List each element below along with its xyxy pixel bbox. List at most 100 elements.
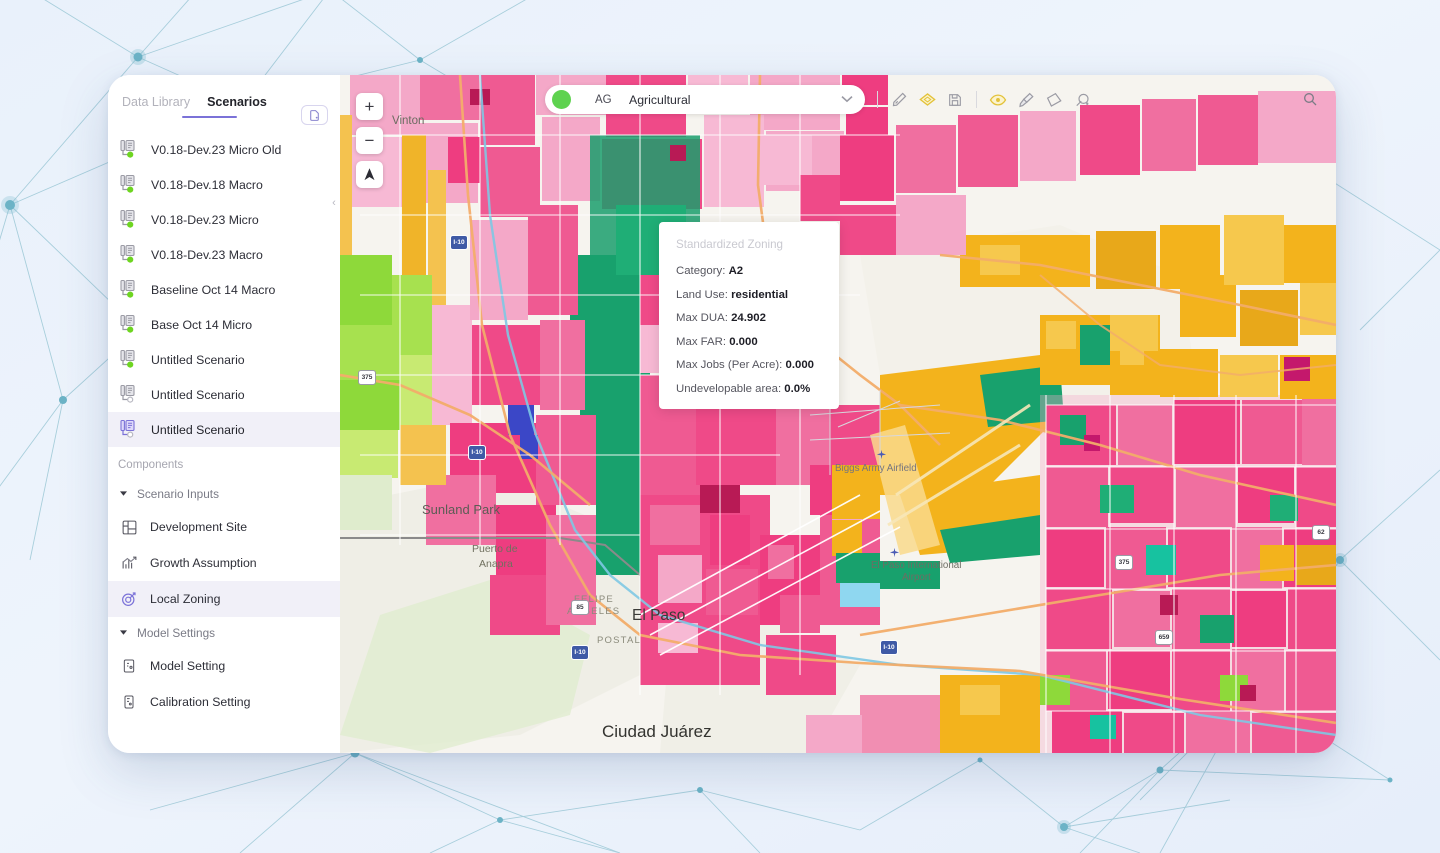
scenario-item[interactable]: V0.18-Dev.23 Micro <box>108 202 340 237</box>
info-row-value: A2 <box>729 265 744 277</box>
map-search-button[interactable] <box>1296 85 1324 113</box>
eraser-tool[interactable] <box>1068 87 1096 113</box>
scenario-item[interactable]: V0.18-Dev.18 Macro <box>108 167 340 202</box>
scenario-icon <box>118 173 142 197</box>
scenario-icon <box>118 313 142 337</box>
lasso-select-icon <box>1045 91 1063 109</box>
component-item[interactable]: Growth Assumption <box>108 545 340 581</box>
info-row-label: Undevelopable area: <box>676 383 781 395</box>
pencil-edit-tool[interactable] <box>885 87 913 113</box>
scenario-label: Untitled Scenario <box>151 388 245 402</box>
scenario-item[interactable]: Untitled Scenario <box>108 342 340 377</box>
component-item[interactable]: Calibration Setting <box>108 684 340 720</box>
component-item[interactable]: Development Site <box>108 509 340 545</box>
layout-grid-icon <box>118 516 140 538</box>
airplane-icon <box>876 447 887 465</box>
new-scenario-button[interactable] <box>301 105 328 125</box>
component-item[interactable]: Local Zoning <box>108 581 340 617</box>
info-popup-row: Category: A2 <box>676 265 823 277</box>
scenario-icon <box>118 278 142 302</box>
info-row-label: Max FAR: <box>676 336 726 348</box>
highway-shield-text: 85 <box>576 604 583 611</box>
highway-shield: 375 <box>1115 555 1133 570</box>
component-group-label: Model Settings <box>137 626 215 640</box>
scenario-icon <box>118 418 142 442</box>
highway-shield-text: 659 <box>1159 634 1170 641</box>
zone-category-select[interactable]: AG Agricultural <box>545 85 865 114</box>
info-row-label: Land Use: <box>676 289 728 301</box>
map-area[interactable]: VintonSunland ParkPuerto deAnapraFELIPEA… <box>340 75 1336 753</box>
component-item-label: Development Site <box>150 520 247 534</box>
component-item[interactable]: Model Setting <box>108 648 340 684</box>
toolbar-separator <box>877 91 878 108</box>
info-popup-row: Undevelopable area: 0.0% <box>676 383 823 395</box>
scenario-label: V0.18-Dev.18 Macro <box>151 178 263 192</box>
info-row-value: residential <box>731 289 788 301</box>
zone-color-swatch <box>552 90 571 109</box>
highway-shield-text: I-10 <box>471 449 482 456</box>
chart-growth-icon <box>118 552 140 574</box>
scenario-item[interactable]: Untitled Scenario <box>108 412 340 447</box>
component-group-header[interactable]: Model Settings <box>108 617 340 648</box>
scenario-label: Base Oct 14 Micro <box>151 318 252 332</box>
component-item-label: Model Setting <box>150 659 225 673</box>
tab-scenarios[interactable]: Scenarios <box>205 93 269 116</box>
highway-shield: 62 <box>1312 525 1330 540</box>
map-controls: + − <box>356 93 383 188</box>
zone-name: Agricultural <box>629 93 691 107</box>
zoom-out-button[interactable]: − <box>356 127 383 154</box>
compass-button[interactable] <box>356 161 383 188</box>
scenario-item[interactable]: Baseline Oct 14 Macro <box>108 272 340 307</box>
visibility-tool[interactable] <box>984 87 1012 113</box>
component-group-header[interactable]: Scenario Inputs <box>108 478 340 509</box>
scenario-item[interactable]: V0.18-Dev.23 Macro <box>108 237 340 272</box>
scenario-icon <box>118 383 142 407</box>
highway-shield-text: 375 <box>362 374 373 381</box>
zone-code: AG <box>595 94 629 106</box>
polygon-diamond-icon <box>918 90 937 109</box>
highway-shield: 659 <box>1155 630 1173 645</box>
info-popup-row: Max FAR: 0.000 <box>676 336 823 348</box>
info-row-label: Max DUA: <box>676 312 728 324</box>
polygon-draw-tool[interactable] <box>913 87 941 113</box>
sidebar-collapse-handle[interactable]: ‹ <box>328 193 340 213</box>
sidebar-tabs: Data Library Scenarios <box>108 89 340 116</box>
app-window: Data Library Scenarios V0.18-Dev.23 Micr… <box>108 75 1336 753</box>
scenario-item[interactable]: Untitled Scenario <box>108 377 340 412</box>
chevron-down-icon <box>841 94 859 106</box>
eye-visibility-icon <box>989 91 1007 109</box>
highway-shield: I-10 <box>468 445 486 460</box>
lasso-select-tool[interactable] <box>1040 87 1068 113</box>
drawing-toolbar <box>870 85 1096 114</box>
scenario-label: V0.18-Dev.23 Macro <box>151 248 263 262</box>
info-row-label: Max Jobs (Per Acre): <box>676 359 782 371</box>
components-heading: Components <box>108 447 340 478</box>
north-arrow-icon <box>362 167 377 182</box>
brush-tool[interactable] <box>1012 87 1040 113</box>
pencil-edit-icon <box>891 91 908 108</box>
caret-down-icon <box>118 490 128 497</box>
highway-shield-text: I-10 <box>574 649 585 656</box>
scenario-list: V0.18-Dev.23 Micro Old V0.18-Dev.18 Macro… <box>108 132 340 447</box>
zoning-map[interactable] <box>340 75 1336 753</box>
highway-shield-text: I-10 <box>883 644 894 651</box>
component-item-label: Growth Assumption <box>150 556 257 570</box>
search-icon <box>1302 91 1318 107</box>
document-settings-icon <box>118 655 140 677</box>
tab-data-library[interactable]: Data Library <box>120 93 192 116</box>
highway-shield: I-10 <box>450 235 468 250</box>
zoning-info-popup: Standardized Zoning Category: A2Land Use… <box>659 222 839 409</box>
info-popup-row: Max DUA: 24.902 <box>676 312 823 324</box>
document-calibration-icon <box>118 691 140 713</box>
scenario-item[interactable]: V0.18-Dev.23 Micro Old <box>108 132 340 167</box>
scenario-item[interactable]: Base Oct 14 Micro <box>108 307 340 342</box>
zoom-in-button[interactable]: + <box>356 93 383 120</box>
paint-brush-icon <box>1017 91 1035 109</box>
scenario-icon <box>118 243 142 267</box>
scenario-label: Baseline Oct 14 Macro <box>151 283 275 297</box>
scenario-label: V0.18-Dev.23 Micro <box>151 213 259 227</box>
save-tool[interactable] <box>941 87 969 113</box>
highway-shield-text: 62 <box>1317 529 1324 536</box>
component-groups: Scenario Inputs Development Site Growth As… <box>108 478 340 720</box>
component-item-label: Calibration Setting <box>150 695 250 709</box>
